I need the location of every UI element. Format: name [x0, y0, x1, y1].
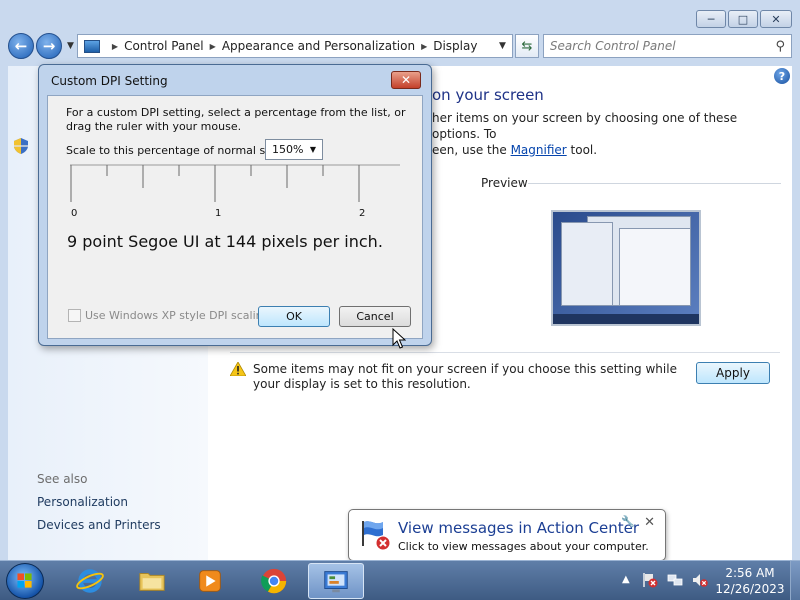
- dialog-description: For a custom DPI setting, select a perce…: [66, 106, 406, 133]
- balloon-title[interactable]: View messages in Action Center: [398, 519, 639, 537]
- uac-shield-icon: [14, 138, 28, 154]
- control-panel-icon: [83, 39, 100, 53]
- folder-icon: [139, 573, 165, 591]
- balloon-text[interactable]: Click to view messages about your comput…: [398, 540, 649, 553]
- chrome-icon: [261, 568, 287, 594]
- forward-button[interactable]: →: [36, 33, 62, 59]
- show-hidden-icons-button[interactable]: ▲: [622, 574, 630, 585]
- breadcrumb-appearance[interactable]: Appearance and Personalization: [222, 39, 415, 53]
- internet-explorer-icon: [76, 569, 104, 593]
- devices-printers-link[interactable]: Devices and Printers: [37, 518, 161, 532]
- navigation-bar: ← → ▼ ▶ Control Panel ▶ Appearance and P…: [8, 32, 792, 60]
- scale-value: 150%: [272, 143, 304, 156]
- start-button[interactable]: [6, 563, 44, 599]
- description-suffix: tool.: [566, 143, 598, 157]
- action-center-flag-icon: [362, 521, 391, 551]
- page-heading: on your screen: [432, 86, 544, 104]
- preview-label: Preview: [481, 176, 528, 190]
- preview-window: [561, 222, 613, 306]
- page-description: her items on your screen by choosing one…: [432, 110, 772, 158]
- breadcrumb-separator[interactable]: ▶: [112, 42, 118, 51]
- dpi-sample-text: 9 point Segoe UI at 144 pixels per inch.: [67, 232, 383, 251]
- search-icon[interactable]: ⚲: [775, 39, 785, 54]
- xp-checkbox-label: Use Windows XP style DPI scaling: [85, 309, 270, 322]
- ruler-label-2: 2: [359, 208, 365, 219]
- window-controls: ─ □ ✕: [696, 10, 792, 28]
- apply-button[interactable]: Apply: [696, 362, 770, 384]
- dialog-title: Custom DPI Setting: [51, 74, 168, 88]
- preview-image: [551, 210, 701, 326]
- maximize-button[interactable]: □: [728, 10, 758, 28]
- action-center-balloon[interactable]: View messages in Action Center Click to …: [348, 509, 666, 576]
- custom-dpi-dialog: Custom DPI Setting ✕ For a custom DPI se…: [38, 64, 432, 346]
- checkbox-box[interactable]: [68, 309, 81, 322]
- balloon-close-button[interactable]: ✕: [644, 515, 655, 530]
- taskbar-control-panel[interactable]: [308, 563, 364, 599]
- close-button[interactable]: ✕: [760, 10, 792, 28]
- description-prefix: een, use the: [432, 143, 511, 157]
- help-icon[interactable]: ?: [774, 68, 790, 84]
- breadcrumb-separator[interactable]: ▶: [210, 42, 216, 51]
- show-desktop-button[interactable]: [790, 561, 800, 600]
- taskbar-chrome[interactable]: [246, 563, 302, 599]
- see-also-heading: See also: [37, 472, 88, 486]
- windows-logo-icon: [17, 573, 32, 588]
- description-line-1: her items on your screen by choosing one…: [432, 111, 738, 141]
- ruler-label-0: 0: [71, 208, 77, 219]
- clock-time: 2:56 AM: [725, 566, 775, 580]
- network-icon[interactable]: [667, 572, 683, 588]
- search-input[interactable]: Search Control Panel ⚲: [542, 34, 792, 58]
- ruler-label-1: 1: [215, 208, 221, 219]
- address-bar[interactable]: ▶ Control Panel ▶ Appearance and Persona…: [76, 34, 513, 58]
- preview-divider: [528, 183, 781, 184]
- cancel-button[interactable]: Cancel: [339, 306, 411, 327]
- action-center-tray-icon[interactable]: [642, 572, 658, 588]
- dpi-ruler[interactable]: 0 1 2: [70, 164, 400, 220]
- address-dropdown-icon[interactable]: ▼: [499, 41, 506, 51]
- taskbar-windows-explorer[interactable]: [124, 563, 180, 599]
- refresh-button[interactable]: ⇆: [514, 34, 539, 58]
- taskbar: ▲ 2:56 AM 12/26/2023: [0, 560, 800, 600]
- chevron-down-icon: ▼: [309, 145, 316, 154]
- breadcrumb-control-panel[interactable]: Control Panel: [124, 39, 204, 53]
- description-line-2: een, use the Magnifier tool.: [432, 142, 772, 158]
- recent-pages-dropdown[interactable]: ▼: [67, 41, 74, 51]
- wrench-icon[interactable]: 🔧: [621, 515, 635, 528]
- breadcrumb-display[interactable]: Display: [433, 39, 477, 53]
- control-panel-icon: [324, 571, 348, 593]
- magnifier-link[interactable]: Magnifier: [511, 143, 567, 157]
- personalization-link[interactable]: Personalization: [37, 495, 128, 509]
- refresh-icon: ⇆: [521, 38, 533, 54]
- mouse-pointer-icon: [392, 328, 406, 349]
- xp-dpi-scaling-checkbox[interactable]: Use Windows XP style DPI scaling: [68, 309, 270, 322]
- system-clock[interactable]: 2:56 AM 12/26/2023: [714, 565, 786, 597]
- warning-icon: [230, 362, 246, 376]
- taskbar-internet-explorer[interactable]: [62, 563, 118, 599]
- breadcrumb-separator[interactable]: ▶: [421, 42, 427, 51]
- warning-text: Some items may not fit on your screen if…: [253, 362, 677, 391]
- preview-window: [619, 228, 691, 306]
- clock-date: 12/26/2023: [715, 582, 785, 596]
- search-placeholder: Search Control Panel: [549, 39, 676, 53]
- preview-taskbar: [553, 314, 699, 324]
- taskbar-media-player[interactable]: [182, 563, 238, 599]
- minimize-button[interactable]: ─: [696, 10, 726, 28]
- scale-percentage-select[interactable]: 150% ▼: [265, 139, 323, 160]
- back-button[interactable]: ←: [8, 33, 34, 59]
- dialog-body: For a custom DPI setting, select a perce…: [47, 95, 423, 339]
- scale-label: Scale to this percentage of normal size:: [66, 144, 285, 157]
- volume-muted-icon[interactable]: [692, 572, 708, 588]
- media-player-icon: [199, 570, 221, 592]
- section-divider: [230, 352, 780, 353]
- dialog-close-button[interactable]: ✕: [391, 71, 421, 89]
- ok-button[interactable]: OK: [258, 306, 330, 327]
